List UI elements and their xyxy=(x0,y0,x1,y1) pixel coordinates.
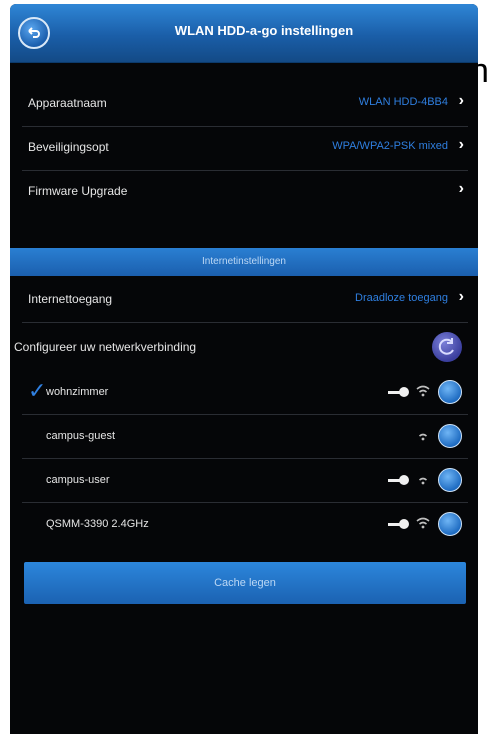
clear-cache-button[interactable]: Cache legen xyxy=(24,562,466,604)
wifi-icon xyxy=(418,433,428,441)
security-value: WPA/WPA2-PSK mixed xyxy=(332,140,448,152)
info-icon[interactable] xyxy=(438,512,462,536)
page-title: WLAN HDD-a-go instellingen xyxy=(174,23,354,38)
chevron-right-icon: › xyxy=(458,180,464,197)
network-name: wohnzimmer xyxy=(46,386,109,398)
network-item-wohnzimmer[interactable]: ✓ wohnzimmer xyxy=(22,370,468,415)
network-name: campus-guest xyxy=(46,430,116,442)
security-row[interactable]: Beveiligingsopt WPA/WPA2-PSK mixed › xyxy=(22,126,468,171)
wifi-icon xyxy=(418,477,428,485)
chevron-right-icon: › xyxy=(458,288,464,305)
network-item-campus-guest[interactable]: campus-guest xyxy=(22,414,468,459)
refresh-button[interactable] xyxy=(432,332,462,362)
key-icon xyxy=(388,475,409,485)
internet-access-label: Internettoegang xyxy=(28,292,113,306)
chevron-right-icon: › xyxy=(458,92,464,109)
title-bar: WLAN HDD-a-go instellingen xyxy=(10,4,478,63)
internet-access-value: Draadloze toegang xyxy=(355,292,448,304)
network-item-campus-user[interactable]: campus-user xyxy=(22,458,468,503)
section-header: Internetinstellingen xyxy=(10,248,478,276)
wifi-icon xyxy=(416,517,430,529)
chevron-right-icon: › xyxy=(458,136,464,153)
key-icon xyxy=(388,387,409,397)
wifi-icon xyxy=(416,385,430,397)
checkmark-icon: ✓ xyxy=(28,378,47,403)
refresh-icon xyxy=(438,338,454,355)
info-icon[interactable] xyxy=(438,424,462,448)
key-icon xyxy=(388,519,409,529)
info-icon[interactable] xyxy=(438,468,462,492)
info-icon[interactable] xyxy=(438,380,462,404)
security-label: Beveiligingsopt xyxy=(28,140,109,154)
device-name-row[interactable]: Apparaatnaam WLAN HDD-4BB4 › xyxy=(22,82,468,127)
device-name-value: WLAN HDD-4BB4 xyxy=(358,96,448,108)
app-screen: WLAN HDD-a-go instellingen Apparaatnaam … xyxy=(10,4,478,734)
back-arrow-icon xyxy=(28,27,40,38)
internet-access-row[interactable]: Internettoegang Draadloze toegang › xyxy=(22,278,468,323)
configure-label: Configureer uw netwerkverbinding xyxy=(14,340,197,354)
device-name-label: Apparaatnaam xyxy=(28,96,107,110)
network-name: QSMM-3390 2.4GHz xyxy=(46,518,149,530)
network-name: campus-user xyxy=(46,474,110,486)
firmware-label: Firmware Upgrade xyxy=(28,184,128,198)
firmware-row[interactable]: Firmware Upgrade › xyxy=(22,170,468,214)
network-item-qsmm[interactable]: QSMM-3390 2.4GHz xyxy=(22,502,468,546)
back-button[interactable] xyxy=(18,17,50,49)
